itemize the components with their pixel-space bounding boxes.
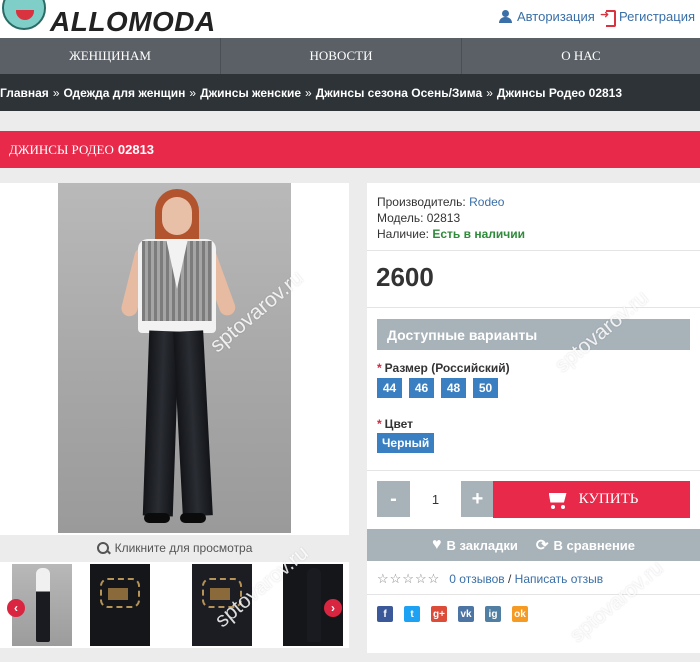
availability-value: Есть в наличии xyxy=(432,227,525,241)
vk-icon[interactable]: vk xyxy=(458,606,474,622)
nav-item-about[interactable]: О нас xyxy=(462,38,700,74)
cart-icon xyxy=(545,491,569,509)
breadcrumb-separator: » xyxy=(52,85,60,100)
manufacturer-link[interactable]: Rodeo xyxy=(469,195,504,209)
size-option-44[interactable]: 44 xyxy=(377,378,402,398)
compare-label: В сравнение xyxy=(553,537,636,553)
model-label: Модель: xyxy=(377,211,424,225)
variants-heading: Доступные варианты xyxy=(377,319,690,350)
carousel-next-button[interactable]: › xyxy=(324,599,342,617)
divider xyxy=(367,250,700,251)
twitter-icon[interactable]: t xyxy=(404,606,420,622)
wishlist-label: В закладки xyxy=(446,537,518,553)
size-option-48[interactable]: 48 xyxy=(441,378,466,398)
size-option-50[interactable]: 50 xyxy=(473,378,498,398)
size-options: 44 46 48 50 xyxy=(377,378,498,398)
thumbnail-2[interactable] xyxy=(90,564,150,646)
logo-face-icon xyxy=(2,0,46,30)
instagram-icon[interactable]: ig xyxy=(485,606,501,622)
write-review-link[interactable]: Написать отзыв xyxy=(515,572,603,586)
thumbnail-carousel xyxy=(0,562,349,648)
zoom-in-icon xyxy=(96,541,110,555)
logo-text: ALLOMODA xyxy=(50,6,216,37)
divider xyxy=(367,470,700,471)
product-actions: ♥ В закладки ⟳ В сравнение xyxy=(367,529,700,561)
breadcrumb-current: Джинсы Родео 02813 xyxy=(496,85,623,100)
social-share: f t g+ vk ig ok xyxy=(377,606,528,622)
product-meta: Производитель: Rodeo Модель: 02813 Налич… xyxy=(377,194,525,242)
odnoklassniki-icon[interactable]: ok xyxy=(512,606,528,622)
required-mark: * xyxy=(377,417,382,431)
size-option-label: * Размер (Российский) xyxy=(377,361,510,375)
breadcrumb-season-jeans[interactable]: Джинсы сезона Осень/Зима xyxy=(316,86,482,100)
color-option-label: * Цвет xyxy=(377,417,414,431)
product-image-panel xyxy=(0,183,349,535)
google-plus-icon[interactable]: g+ xyxy=(431,606,447,622)
availability-label: Наличие: xyxy=(377,227,430,241)
rating-stars-icon: ☆☆☆☆☆ xyxy=(377,571,441,586)
quantity-stepper: - + xyxy=(377,481,494,517)
manufacturer-label: Производитель: xyxy=(377,195,466,209)
breadcrumb: Главная » Одежда для женщин » Джинсы жен… xyxy=(0,74,700,111)
divider xyxy=(367,594,700,595)
breadcrumb-separator: » xyxy=(305,85,312,100)
title-prefix: Джинсы Родео xyxy=(9,141,114,157)
reviews-row: ☆☆☆☆☆ 0 отзывов / Написать отзыв xyxy=(377,571,603,587)
zoom-caption[interactable]: Кликните для просмотра xyxy=(0,535,349,561)
register-link[interactable]: Регистрация xyxy=(600,8,695,27)
buy-label: Купить xyxy=(578,491,639,507)
reviews-separator: / xyxy=(507,572,512,586)
login-label: Авторизация xyxy=(517,9,595,24)
login-link[interactable]: Авторизация xyxy=(499,9,595,24)
breadcrumb-women-clothing[interactable]: Одежда для женщин xyxy=(64,86,186,100)
quantity-input[interactable] xyxy=(410,481,461,517)
carousel-prev-button[interactable]: ‹ xyxy=(7,599,25,617)
main-nav: Женщинам Новости О нас xyxy=(0,38,700,74)
quantity-plus-button[interactable]: + xyxy=(461,481,494,517)
header: ALLOMODA Авторизация Регистрация xyxy=(0,0,700,38)
zoom-caption-text: Кликните для просмотра xyxy=(114,541,253,555)
reviews-count-link[interactable]: 0 отзывов xyxy=(449,572,504,586)
product-main-photo[interactable] xyxy=(58,183,291,533)
thumbnail-3[interactable] xyxy=(192,564,252,646)
user-icon xyxy=(499,10,512,23)
required-mark: * xyxy=(377,361,382,375)
title-code: 02813 xyxy=(117,142,155,157)
wishlist-button[interactable]: ♥ В закладки xyxy=(432,537,518,553)
page-title: Джинсы Родео 02813 xyxy=(0,131,700,168)
site-logo[interactable]: ALLOMODA xyxy=(0,0,220,38)
divider xyxy=(367,307,700,308)
product-price: 2600 xyxy=(376,262,434,292)
breadcrumb-separator: » xyxy=(189,85,197,100)
breadcrumb-women-jeans[interactable]: Джинсы женские xyxy=(200,86,301,100)
buy-button[interactable]: Купить xyxy=(493,481,690,518)
model-value: 02813 xyxy=(426,211,461,225)
product-info-panel: Производитель: Rodeo Модель: 02813 Налич… xyxy=(367,183,700,653)
size-option-46[interactable]: 46 xyxy=(409,378,434,398)
compare-button[interactable]: ⟳ В сравнение xyxy=(536,538,635,553)
nav-item-women[interactable]: Женщинам xyxy=(0,38,221,74)
color-option-black[interactable]: Черный xyxy=(377,433,435,453)
quantity-minus-button[interactable]: - xyxy=(377,481,410,517)
refresh-icon: ⟳ xyxy=(535,536,549,554)
register-label: Регистрация xyxy=(619,9,695,24)
heart-icon: ♥ xyxy=(431,536,442,553)
breadcrumb-separator: » xyxy=(486,85,493,100)
breadcrumb-home[interactable]: Главная xyxy=(0,86,49,100)
nav-item-news[interactable]: Новости xyxy=(221,38,462,74)
sign-in-icon xyxy=(600,8,616,27)
facebook-icon[interactable]: f xyxy=(377,606,393,622)
